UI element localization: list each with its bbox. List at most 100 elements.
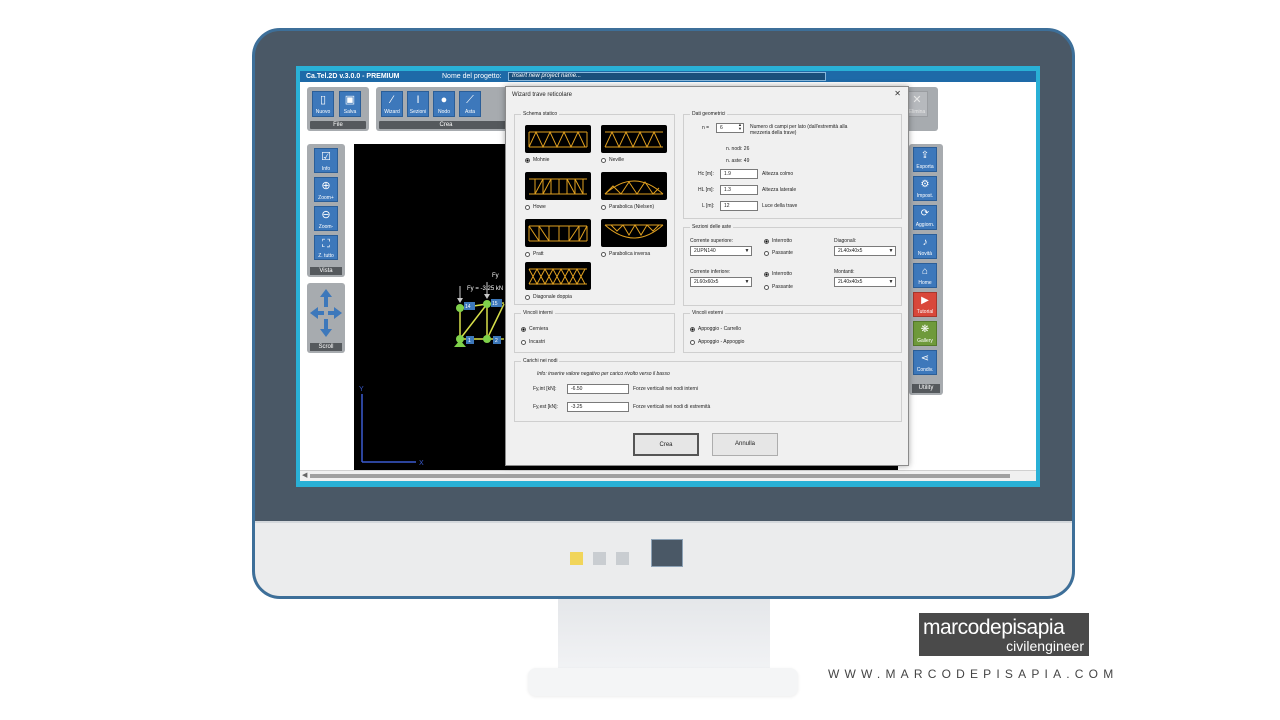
tutorial-button[interactable]: ▶ Tutorial <box>913 292 937 317</box>
horizontal-scrollbar[interactable]: ◀ <box>300 470 1036 481</box>
schema-option-inverse-parabolic[interactable]: Parabolica inversa <box>601 251 650 257</box>
move-arrows-icon[interactable] <box>307 285 345 343</box>
zoom-all-button[interactable]: ⛶ Z. tutto <box>314 235 338 260</box>
home-button[interactable]: ⌂ Home <box>913 263 937 288</box>
n-description: Numero di campi per lato (dall'estremità… <box>750 124 848 136</box>
internal-constraints-legend: Vincoli interni <box>521 310 555 316</box>
n-spinner[interactable]: 6 ▲ ▼ <box>716 123 744 133</box>
radio-icon <box>690 326 695 332</box>
new-file-icon: ▯ <box>319 94 327 106</box>
internal-fixed-option[interactable]: Incastri <box>521 339 545 345</box>
radio-icon <box>521 339 526 345</box>
schema-option-neville[interactable]: Neville <box>601 157 624 163</box>
nodes-count: n. nodi: 26 <box>726 146 750 152</box>
cancel-button[interactable]: Annulla <box>712 433 778 456</box>
info-button[interactable]: ☑ Info <box>314 148 338 173</box>
gallery-button[interactable]: ❋ Gallery <box>913 321 937 346</box>
bottom-chord-select[interactable]: 2L60x60x5 ▼ <box>690 277 752 287</box>
bottom-chord-passante[interactable]: Passante <box>764 284 793 290</box>
news-button[interactable]: ♪ Novità <box>913 234 937 259</box>
utility-panel: ⇪ Esporta ⚙ Impost. ⟳ Aggiorn. ♪ Novità ⌂ Hom… <box>909 144 943 395</box>
radio-icon <box>525 294 530 300</box>
truss-double-diagonal-image[interactable] <box>525 262 591 290</box>
schema-option-pratt[interactable]: Pratt <box>525 251 544 257</box>
schema-option-double-diagonal[interactable]: Diagonale doppia <box>525 294 572 300</box>
schema-option-nielsen[interactable]: Parabolica (Nielsen) <box>601 204 654 210</box>
support-icon <box>454 340 466 347</box>
bottom-chord-interrotto[interactable]: Interrotto <box>764 271 792 277</box>
hl-input[interactable]: 1.3 <box>720 185 758 195</box>
node-button[interactable]: ● Nodo <box>433 91 455 117</box>
hc-input[interactable]: 1.9 <box>720 169 758 179</box>
support-roller-option[interactable]: Appoggio - Carrello <box>690 326 741 332</box>
sections-button[interactable]: I Sezioni <box>407 91 429 117</box>
internal-constraints-fieldset: Vincoli interni Cerniera Incastri <box>514 310 675 353</box>
l-input[interactable]: 12 <box>720 201 758 211</box>
logo-subtitle: civilengineer <box>1006 638 1084 654</box>
zoom-out-button[interactable]: ⊖ Zoom- <box>314 206 338 231</box>
zoom-in-button[interactable]: ⊕ Zoom+ <box>314 177 338 202</box>
create-button[interactable]: Crea <box>633 433 699 456</box>
update-button[interactable]: ⟳ Aggiorn. <box>913 205 937 230</box>
delete-icon: ✕ <box>912 94 922 106</box>
gear-icon: ⚙ <box>920 179 930 190</box>
wizard-button[interactable]: ⁄ Wizard <box>381 91 403 117</box>
diagonals-select[interactable]: 2L40x40x5 ▼ <box>834 246 896 256</box>
schema-option-howe[interactable]: Howe <box>525 204 546 210</box>
node-label-14: 14 <box>465 304 471 310</box>
app-title: Ca.Tel.2D v.3.0.0 - PREMIUM <box>306 73 400 80</box>
radio-icon <box>525 251 530 257</box>
radio-icon <box>764 238 769 244</box>
geometry-fieldset: Dati geometrici n = 6 ▲ ▼ Numero di campi… <box>683 111 902 219</box>
radio-icon <box>601 251 606 257</box>
support-support-option[interactable]: Appoggio - Appoggio <box>690 339 744 345</box>
share-button[interactable]: ⋖ Condiv. <box>913 350 937 375</box>
website-text: WWW.MARCODEPISAPIA.COM <box>828 667 1119 681</box>
monitor-chin <box>255 521 1072 596</box>
truss-howe-image[interactable] <box>525 172 591 200</box>
scroll-left-icon[interactable]: ◀ <box>302 471 307 479</box>
project-name-input[interactable]: Insert new project name... <box>508 72 826 81</box>
bottom-chord-label: Corrente inferiore: <box>690 269 731 275</box>
loads-info: Info: inserire valore negativo per caric… <box>537 371 670 377</box>
save-button[interactable]: ▣ Salva <box>339 91 361 117</box>
play-icon: ▶ <box>921 295 929 306</box>
delete-button[interactable]: ✕ Elimina <box>906 91 928 117</box>
truss-nielsen-image[interactable] <box>601 172 667 200</box>
fit-screen-icon: ⛶ <box>322 238 330 250</box>
gallery-icon: ❋ <box>920 324 930 335</box>
new-button[interactable]: ▯ Nuovo <box>312 91 334 117</box>
hc-description: Altezza colmo <box>762 171 794 177</box>
export-button[interactable]: ⇪ Esporta <box>913 147 937 172</box>
fy-est-input[interactable]: -3.25 <box>567 402 629 412</box>
i-beam-icon: I <box>416 94 420 106</box>
truss-inverse-parabolic-image[interactable] <box>601 219 667 247</box>
file-group-label: File <box>310 121 366 129</box>
home-icon: ⌂ <box>921 266 929 277</box>
crea-group: ⁄ Wizard I Sezioni ● Nodo ⟋ Asta Crea <box>376 87 516 131</box>
fy-int-input[interactable]: -6.50 <box>567 384 629 394</box>
bar-button[interactable]: ⟋ Asta <box>459 91 481 117</box>
monitor: Ca.Tel.2D v.3.0.0 - PREMIUM Nome del pro… <box>252 28 1075 599</box>
scroll-thumb[interactable] <box>310 474 1010 478</box>
file-group: ▯ Nuovo ▣ Salva File <box>307 87 369 131</box>
schema-option-mohnie[interactable]: Mohnie <box>525 157 549 163</box>
internal-hinge-option[interactable]: Cerniera <box>521 326 548 332</box>
verticals-select[interactable]: 2L40x40x5 ▼ <box>834 277 896 287</box>
top-chord-passante[interactable]: Passante <box>764 250 793 256</box>
sections-legend: Sezioni delle aste <box>690 224 734 230</box>
settings-button[interactable]: ⚙ Impost. <box>913 176 937 201</box>
close-icon[interactable]: ✕ <box>894 89 901 98</box>
truss-pratt-image[interactable] <box>525 219 591 247</box>
top-chord-interrotto[interactable]: Interrotto <box>764 238 792 244</box>
truss-mohnie-image[interactable] <box>525 125 591 153</box>
top-chord-select[interactable]: 2UPN140 ▼ <box>690 246 752 256</box>
export-icon: ⇪ <box>920 150 930 161</box>
node-label-15: 15 <box>492 301 498 307</box>
monitor-screen: Ca.Tel.2D v.3.0.0 - PREMIUM Nome del pro… <box>296 66 1040 487</box>
y-axis-label: Y <box>359 386 364 393</box>
spinner-arrows-icon[interactable]: ▲ ▼ <box>738 123 742 131</box>
sections-fieldset: Sezioni delle aste Corrente superiore: 2… <box>683 224 902 306</box>
truss-neville-image[interactable] <box>601 125 667 153</box>
fy-est-description: Forze verticali nei nodi di estremità <box>633 404 711 410</box>
